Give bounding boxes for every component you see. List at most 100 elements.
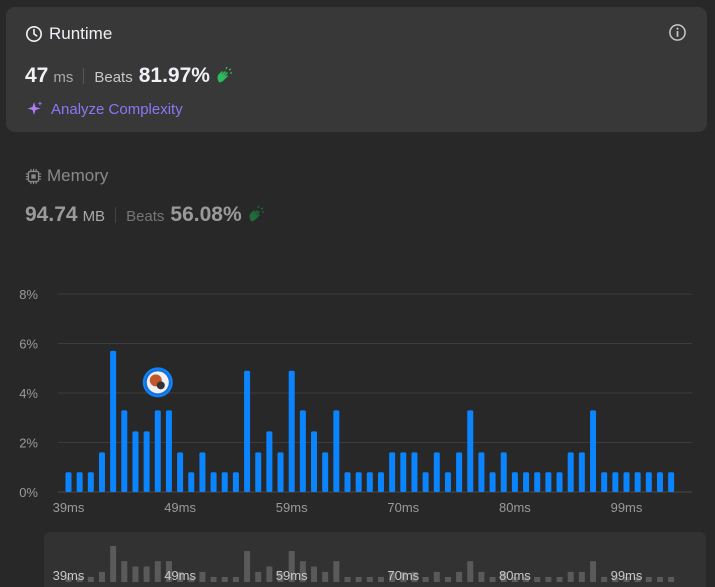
chart-bar[interactable] xyxy=(511,472,518,492)
chart-bar[interactable] xyxy=(232,472,239,492)
runtime-card: Runtime 47 ms Beats 81.97% Analyze Compl… xyxy=(6,7,707,132)
chart-bar[interactable] xyxy=(389,452,396,492)
clap-icon xyxy=(249,205,264,222)
memory-title: Memory xyxy=(47,166,109,185)
overview-bar xyxy=(467,561,474,582)
chart-bar[interactable] xyxy=(277,452,284,492)
y-tick-label: 6% xyxy=(19,337,38,352)
chart-bar[interactable] xyxy=(121,410,128,492)
overview-bar xyxy=(601,576,608,582)
chart-bar[interactable] xyxy=(545,472,552,492)
chart-bar[interactable] xyxy=(400,452,407,492)
chart-bar[interactable] xyxy=(87,472,94,492)
chart-bar[interactable] xyxy=(355,472,362,492)
chart-bar[interactable] xyxy=(578,452,585,492)
chart-bar[interactable] xyxy=(556,472,563,492)
chart-bar[interactable] xyxy=(288,370,295,492)
overview-bar xyxy=(121,561,128,582)
overview-bar xyxy=(344,576,351,582)
chart-bar[interactable] xyxy=(76,472,83,492)
chart-bar[interactable] xyxy=(165,410,172,492)
overview-bar xyxy=(590,561,597,582)
chart-bar[interactable] xyxy=(444,472,451,492)
overview-bar xyxy=(322,571,329,582)
chart-bar[interactable] xyxy=(433,452,440,492)
chart-bar[interactable] xyxy=(645,472,652,492)
x-tick-label: 80ms xyxy=(499,500,531,515)
divider xyxy=(115,207,117,223)
clock-icon xyxy=(25,25,43,43)
chart-bar[interactable] xyxy=(322,452,329,492)
overview-bar xyxy=(110,546,117,582)
chart-bar[interactable] xyxy=(366,472,373,492)
overview-x-tick-label: 49ms xyxy=(164,568,196,583)
clap-icon xyxy=(217,66,232,83)
chart-bar[interactable] xyxy=(411,452,418,492)
chart-bar[interactable] xyxy=(333,410,340,492)
overview-bar xyxy=(244,551,251,582)
overview-bar xyxy=(645,576,652,582)
chart-bar[interactable] xyxy=(422,472,429,492)
chart-bar[interactable] xyxy=(266,431,273,492)
chart-bar[interactable] xyxy=(344,472,351,492)
runtime-distribution-chart[interactable]: 8% 6% 4% 2% 0% 39ms 49ms 59ms 70ms 80ms 99ms xyxy=(0,280,715,520)
chart-bar[interactable] xyxy=(456,452,463,492)
chart-bar[interactable] xyxy=(199,452,206,492)
chart-bar[interactable] xyxy=(500,452,507,492)
chart-bar[interactable] xyxy=(656,472,663,492)
chart-bar[interactable] xyxy=(299,410,306,492)
chart-bar[interactable] xyxy=(188,472,195,492)
chart-bar[interactable] xyxy=(567,452,574,492)
chart-bar[interactable] xyxy=(244,370,251,492)
overview-bar xyxy=(266,566,273,582)
overview-bar xyxy=(567,571,574,582)
x-tick-label: 70ms xyxy=(387,500,419,515)
chart-bar[interactable] xyxy=(98,452,105,492)
overview-bar xyxy=(132,566,139,582)
memory-header[interactable]: Memory xyxy=(25,166,108,186)
chart-bar[interactable] xyxy=(668,472,675,492)
overview-bar xyxy=(210,576,217,582)
chip-icon xyxy=(25,168,42,184)
chart-bar[interactable] xyxy=(110,350,117,492)
chart-bar[interactable] xyxy=(612,472,619,492)
user-avatar-marker[interactable] xyxy=(142,367,173,398)
chart-bar[interactable] xyxy=(143,431,150,492)
memory-unit: MB xyxy=(82,208,106,225)
runtime-beats-value: 81.97% xyxy=(138,64,210,87)
chart-bar[interactable] xyxy=(523,472,530,492)
chart-bar[interactable] xyxy=(634,472,641,492)
y-tick-label: 8% xyxy=(19,287,38,302)
chart-bar[interactable] xyxy=(601,472,608,492)
y-tick-label: 0% xyxy=(19,485,38,500)
chart-overview-scrubber[interactable]: 39ms 49ms 59ms 70ms 80ms 99ms xyxy=(44,532,706,587)
overview-bar xyxy=(545,576,552,582)
overview-bar xyxy=(232,576,239,582)
overview-bar xyxy=(98,571,105,582)
analyze-complexity-link[interactable]: Analyze Complexity xyxy=(25,99,183,119)
chart-bar[interactable] xyxy=(210,472,217,492)
chart-bar[interactable] xyxy=(177,452,184,492)
overview-bar xyxy=(143,566,150,582)
chart-bar[interactable] xyxy=(467,410,474,492)
overview-x-tick-label: 99ms xyxy=(611,568,643,583)
overview-x-tick-label: 59ms xyxy=(276,568,308,583)
chart-bar[interactable] xyxy=(623,472,630,492)
chart-bar[interactable] xyxy=(590,410,597,492)
chart-bar[interactable] xyxy=(377,472,384,492)
chart-bar[interactable] xyxy=(478,452,485,492)
x-tick-label: 59ms xyxy=(276,500,308,515)
chart-bar[interactable] xyxy=(154,410,161,492)
chart-bar[interactable] xyxy=(255,452,262,492)
chart-bar[interactable] xyxy=(65,472,72,492)
sparkle-icon xyxy=(27,101,43,115)
chart-bar[interactable] xyxy=(489,472,496,492)
chart-bar[interactable] xyxy=(132,431,139,492)
info-icon[interactable] xyxy=(668,23,687,42)
chart-bar[interactable] xyxy=(221,472,228,492)
y-tick-label: 4% xyxy=(19,386,38,401)
chart-bar[interactable] xyxy=(534,472,541,492)
chart-bar[interactable] xyxy=(311,431,318,492)
runtime-beats-label: Beats xyxy=(94,69,133,86)
memory-value: 94.74 xyxy=(25,203,78,226)
